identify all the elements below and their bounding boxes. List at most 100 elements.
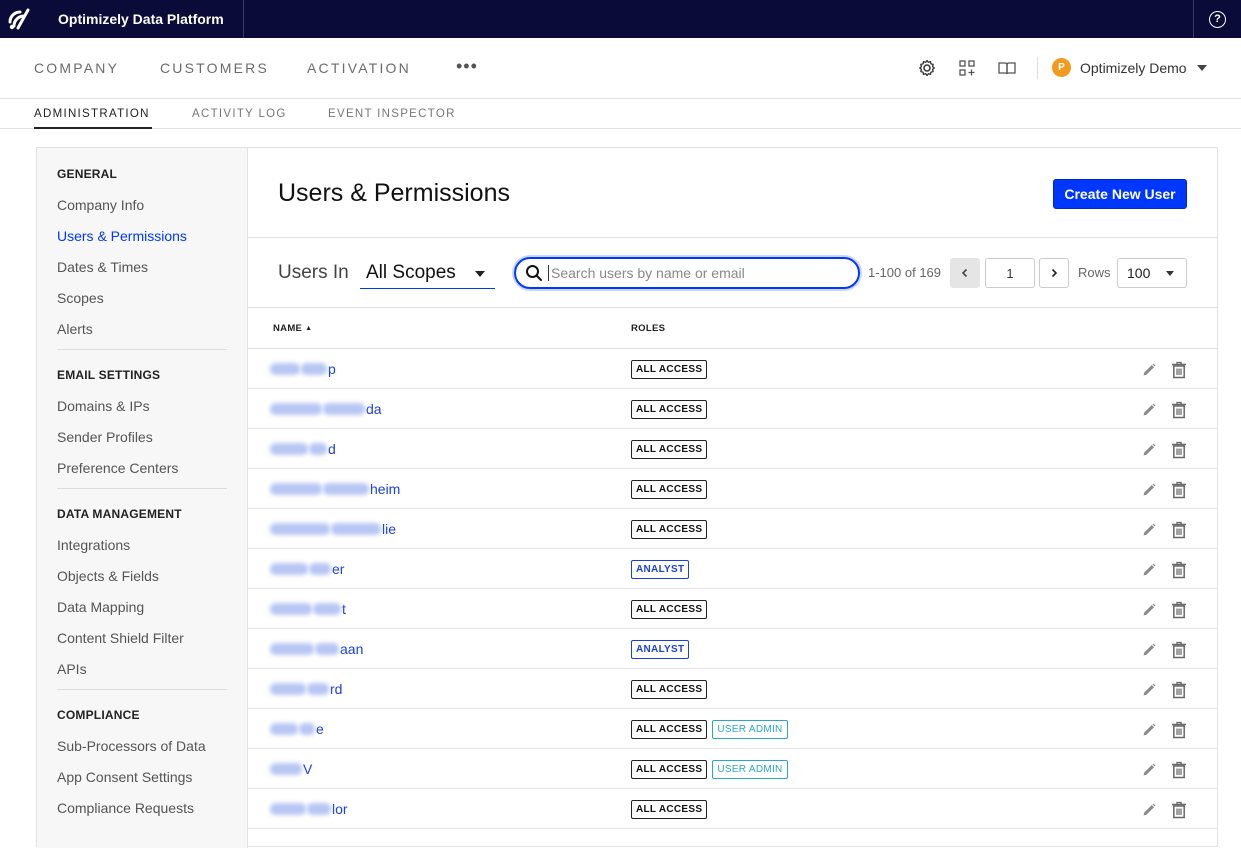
tab-activity-log[interactable]: ACTIVITY LOG <box>192 108 287 120</box>
redacted-name-segment <box>301 363 327 375</box>
more-menu-button[interactable]: ••• <box>456 56 478 77</box>
delete-trash-icon[interactable] <box>1171 601 1187 619</box>
docs-book-icon[interactable] <box>997 58 1017 78</box>
role-badge: ALL ACCESS <box>631 440 708 459</box>
pagination-range: 1-100 of 169 <box>868 265 942 280</box>
edit-pencil-icon[interactable] <box>1141 522 1157 538</box>
delete-trash-icon[interactable] <box>1171 641 1187 659</box>
account-name: Optimizely Demo <box>1080 59 1187 76</box>
delete-trash-icon[interactable] <box>1171 761 1187 779</box>
column-header-name[interactable]: NAME ▲ <box>273 323 312 334</box>
search-input[interactable] <box>548 265 848 281</box>
delete-trash-icon[interactable] <box>1171 521 1187 539</box>
table-row: rd ALL ACCESS <box>248 669 1218 709</box>
settings-sidebar: GENERAL Company Info Users & Permissions… <box>37 148 248 848</box>
edit-pencil-icon[interactable] <box>1141 362 1157 378</box>
role-badge: ALL ACCESS <box>631 680 708 699</box>
sidebar-item-sender-profiles[interactable]: Sender Profiles <box>57 429 153 445</box>
sidebar-item-integrations[interactable]: Integrations <box>57 537 130 553</box>
help-button[interactable]: ? <box>1193 0 1241 38</box>
delete-trash-icon[interactable] <box>1171 721 1187 739</box>
user-name-link[interactable]: da <box>270 401 382 417</box>
previous-page-button[interactable] <box>950 258 980 288</box>
column-header-name-label: NAME <box>273 323 303 334</box>
redacted-name-segment <box>323 403 365 415</box>
sidebar-item-scopes[interactable]: Scopes <box>57 290 104 306</box>
scope-select[interactable]: All Scopes <box>360 258 495 289</box>
sidebar-item-preference-centers[interactable]: Preference Centers <box>57 460 178 476</box>
delete-trash-icon[interactable] <box>1171 801 1187 819</box>
sidebar-item-sub-processors[interactable]: Sub-Processors of Data <box>57 738 206 754</box>
apps-grid-icon[interactable] <box>957 58 977 78</box>
rows-label: Rows <box>1078 265 1111 280</box>
delete-trash-icon[interactable] <box>1171 401 1187 419</box>
edit-pencil-icon[interactable] <box>1141 442 1157 458</box>
search-box[interactable] <box>514 257 860 289</box>
sidebar-item-alerts[interactable]: Alerts <box>57 321 93 337</box>
sidebar-divider <box>57 689 227 690</box>
role-badge: ALL ACCESS <box>631 400 708 419</box>
user-name-link[interactable]: aan <box>270 641 363 657</box>
column-header-roles: ROLES <box>631 323 666 334</box>
sidebar-item-content-shield-filter[interactable]: Content Shield Filter <box>57 630 184 646</box>
nav-company[interactable]: COMPANY <box>34 60 119 76</box>
user-name-link[interactable]: V <box>270 761 312 777</box>
user-name-link[interactable]: lie <box>270 521 396 537</box>
delete-trash-icon[interactable] <box>1171 681 1187 699</box>
user-name-link[interactable]: d <box>270 441 336 457</box>
tab-administration[interactable]: ADMINISTRATION <box>34 108 150 120</box>
delete-trash-icon[interactable] <box>1171 361 1187 379</box>
optimizely-logo-icon[interactable] <box>0 0 38 38</box>
user-name-link[interactable]: e <box>270 721 324 737</box>
role-badges: ALL ACCESS <box>631 400 708 419</box>
role-badges: ALL ACCESS USER ADMIN <box>631 760 788 779</box>
user-name-link[interactable]: heim <box>270 481 400 497</box>
settings-gear-icon[interactable] <box>917 58 937 78</box>
edit-pencil-icon[interactable] <box>1141 762 1157 778</box>
role-badges: ALL ACCESS <box>631 520 708 539</box>
sidebar-item-objects-fields[interactable]: Objects & Fields <box>57 568 159 584</box>
nav-customers[interactable]: CUSTOMERS <box>160 60 269 76</box>
redacted-name-segment <box>270 723 298 735</box>
redacted-name-segment <box>313 603 341 615</box>
user-name-link[interactable]: t <box>270 601 346 617</box>
nav-activation[interactable]: ACTIVATION <box>307 60 411 76</box>
account-menu[interactable]: P Optimizely Demo <box>1052 58 1207 77</box>
user-name-link[interactable]: p <box>270 361 336 377</box>
edit-pencil-icon[interactable] <box>1141 642 1157 658</box>
edit-pencil-icon[interactable] <box>1141 602 1157 618</box>
sidebar-item-company-info[interactable]: Company Info <box>57 197 144 213</box>
sidebar-item-data-mapping[interactable]: Data Mapping <box>57 599 144 615</box>
sidebar-item-domains-ips[interactable]: Domains & IPs <box>57 398 150 414</box>
user-name-link[interactable]: lor <box>270 801 348 817</box>
table-row: lie ALL ACCESS <box>248 509 1218 549</box>
tab-event-inspector[interactable]: EVENT INSPECTOR <box>328 108 456 120</box>
sidebar-item-apis[interactable]: APIs <box>57 661 87 677</box>
sidebar-item-users-permissions[interactable]: Users & Permissions <box>57 228 187 244</box>
sidebar-item-dates-times[interactable]: Dates & Times <box>57 259 148 275</box>
user-name-link[interactable]: er <box>270 561 344 577</box>
role-badge: ANALYST <box>631 560 690 579</box>
page-number-input[interactable]: 1 <box>985 258 1035 288</box>
create-new-user-button[interactable]: Create New User <box>1053 179 1187 209</box>
next-page-button[interactable] <box>1039 258 1069 288</box>
sidebar-item-app-consent-settings[interactable]: App Consent Settings <box>57 769 192 785</box>
delete-trash-icon[interactable] <box>1171 481 1187 499</box>
role-badge: ALL ACCESS <box>631 480 708 499</box>
edit-pencil-icon[interactable] <box>1141 802 1157 818</box>
edit-pencil-icon[interactable] <box>1141 402 1157 418</box>
user-name-link[interactable]: rd <box>270 681 342 697</box>
delete-trash-icon[interactable] <box>1171 561 1187 579</box>
edit-pencil-icon[interactable] <box>1141 482 1157 498</box>
page-title: Users & Permissions <box>278 179 510 207</box>
rows-per-page-select[interactable]: 100 <box>1117 258 1187 288</box>
edit-pencil-icon[interactable] <box>1141 722 1157 738</box>
delete-trash-icon[interactable] <box>1171 441 1187 459</box>
main-nav: COMPANY CUSTOMERS ACTIVATION ••• P Optim… <box>0 38 1241 99</box>
role-badge: ANALYST <box>631 640 690 659</box>
role-badges: ANALYST <box>631 640 690 659</box>
edit-pencil-icon[interactable] <box>1141 562 1157 578</box>
edit-pencil-icon[interactable] <box>1141 682 1157 698</box>
user-name-text: lor <box>332 801 348 817</box>
sidebar-item-compliance-requests[interactable]: Compliance Requests <box>57 800 194 816</box>
